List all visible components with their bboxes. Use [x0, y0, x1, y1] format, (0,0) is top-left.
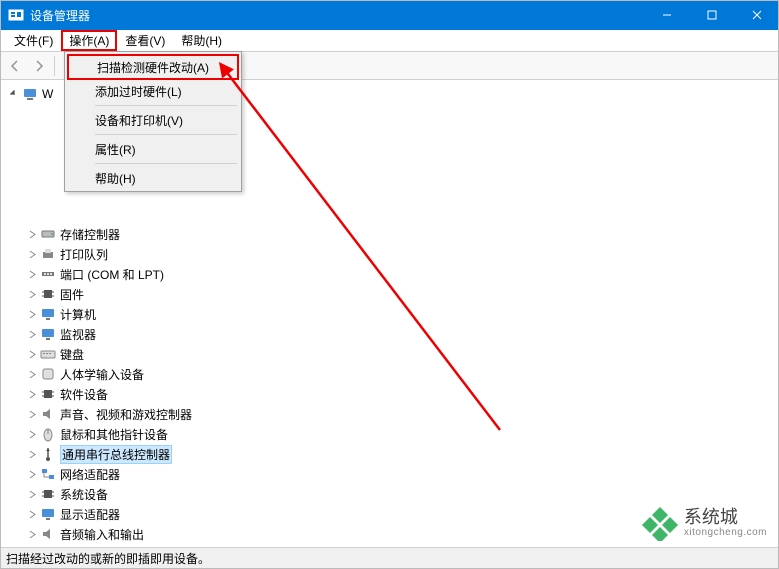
tree-item-label: 鼠标和其他指针设备: [60, 426, 168, 443]
expand-icon[interactable]: [26, 468, 38, 480]
title-bar: 设备管理器: [0, 0, 779, 30]
device-category-icon: [40, 266, 56, 282]
menu-devices-printers[interactable]: 设备和打印机(V): [67, 109, 239, 131]
tree-item[interactable]: 通用串行总线控制器: [24, 444, 779, 464]
menu-bar: 文件(F) 操作(A) 查看(V) 帮助(H): [0, 30, 779, 52]
window-buttons: [644, 0, 779, 30]
device-category-icon: [40, 226, 56, 242]
device-category-icon: [40, 506, 56, 522]
expand-icon[interactable]: [26, 408, 38, 420]
tree-item[interactable]: 固件: [24, 284, 779, 304]
window-title: 设备管理器: [30, 7, 644, 24]
watermark-title: 系统城: [684, 508, 767, 528]
tree-item[interactable]: 系统设备: [24, 484, 779, 504]
expand-icon[interactable]: [26, 228, 38, 240]
tree-item[interactable]: 网络适配器: [24, 464, 779, 484]
tree-item-label: 键盘: [60, 346, 84, 363]
maximize-button[interactable]: [689, 0, 734, 30]
tree-item-label: 打印队列: [60, 246, 108, 263]
expand-icon[interactable]: [26, 488, 38, 500]
tree-item[interactable]: 软件设备: [24, 384, 779, 404]
device-category-icon: [40, 446, 56, 462]
watermark: 系统城 xitongcheng.com: [642, 505, 767, 541]
expand-icon[interactable]: [26, 268, 38, 280]
menu-add-legacy[interactable]: 添加过时硬件(L): [67, 80, 239, 102]
expand-icon[interactable]: [8, 88, 20, 100]
computer-icon: [22, 86, 38, 102]
tree-item-label: 系统设备: [60, 486, 108, 503]
menu-action[interactable]: 操作(A): [61, 30, 117, 51]
menu-scan-hardware[interactable]: 扫描检测硬件改动(A): [67, 54, 239, 80]
device-category-icon: [40, 306, 56, 322]
expand-icon[interactable]: [26, 528, 38, 540]
menu-separator: [95, 134, 237, 135]
tree-item[interactable]: 计算机: [24, 304, 779, 324]
device-category-icon: [40, 426, 56, 442]
app-icon: [8, 7, 24, 23]
menu-help[interactable]: 帮助(H): [173, 30, 230, 51]
tree-item[interactable]: 人体学输入设备: [24, 364, 779, 384]
tree-item-label: 网络适配器: [60, 466, 120, 483]
tree-item-label: 计算机: [60, 306, 96, 323]
device-category-icon: [40, 466, 56, 482]
expand-icon[interactable]: [26, 428, 38, 440]
expand-icon[interactable]: [26, 388, 38, 400]
device-category-icon: [40, 246, 56, 262]
tree-item-label: 软件设备: [60, 386, 108, 403]
expand-icon[interactable]: [26, 348, 38, 360]
tree-item-label: 声音、视频和游戏控制器: [60, 406, 192, 423]
tree-root-label: W: [42, 87, 53, 101]
menu-separator: [95, 163, 237, 164]
tree-item-label: 音频输入和输出: [60, 526, 144, 543]
tree-item-label: 监视器: [60, 326, 96, 343]
tree-item[interactable]: 声音、视频和游戏控制器: [24, 404, 779, 424]
tree-item[interactable]: 端口 (COM 和 LPT): [24, 264, 779, 284]
expand-icon[interactable]: [26, 248, 38, 260]
watermark-logo-icon: [642, 505, 678, 541]
device-category-icon: [40, 326, 56, 342]
tree-item-label: 人体学输入设备: [60, 366, 144, 383]
expand-icon[interactable]: [26, 448, 38, 460]
device-category-icon: [40, 366, 56, 382]
tree-item[interactable]: 监视器: [24, 324, 779, 344]
device-category-icon: [40, 386, 56, 402]
expand-icon[interactable]: [26, 288, 38, 300]
device-category-icon: [40, 406, 56, 422]
menu-view[interactable]: 查看(V): [117, 30, 173, 51]
device-category-icon: [40, 346, 56, 362]
status-text: 扫描经过改动的或新的即插即用设备。: [6, 550, 210, 567]
expand-icon[interactable]: [26, 368, 38, 380]
toolbar-divider: [54, 56, 55, 76]
forward-button[interactable]: [28, 55, 50, 77]
device-category-icon: [40, 286, 56, 302]
menu-help[interactable]: 帮助(H): [67, 167, 239, 189]
watermark-url: xitongcheng.com: [684, 527, 767, 538]
tree-item-label: 显示适配器: [60, 506, 120, 523]
expand-icon[interactable]: [26, 328, 38, 340]
status-bar: 扫描经过改动的或新的即插即用设备。: [0, 547, 779, 569]
back-button[interactable]: [4, 55, 26, 77]
expand-icon[interactable]: [26, 308, 38, 320]
tree-item[interactable]: 照相机: [24, 544, 779, 545]
device-category-icon: [40, 526, 56, 542]
close-button[interactable]: [734, 0, 779, 30]
tree-item-label: 存储控制器: [60, 226, 120, 243]
tree-item[interactable]: 打印队列: [24, 244, 779, 264]
menu-properties[interactable]: 属性(R): [67, 138, 239, 160]
menu-separator: [95, 105, 237, 106]
action-menu-dropdown: 扫描检测硬件改动(A) 添加过时硬件(L) 设备和打印机(V) 属性(R) 帮助…: [64, 51, 242, 192]
expand-icon[interactable]: [26, 508, 38, 520]
tree-item[interactable]: 鼠标和其他指针设备: [24, 424, 779, 444]
tree-item-label: 固件: [60, 286, 84, 303]
tree-item[interactable]: 存储控制器: [24, 224, 779, 244]
tree-item-label: 端口 (COM 和 LPT): [60, 266, 164, 283]
minimize-button[interactable]: [644, 0, 689, 30]
tree-children: 存储控制器打印队列端口 (COM 和 LPT) 固件计算机监视器键盘人体学输入设备…: [6, 224, 779, 545]
device-category-icon: [40, 486, 56, 502]
tree-item[interactable]: 键盘: [24, 344, 779, 364]
tree-item-label: 通用串行总线控制器: [60, 445, 172, 464]
menu-file[interactable]: 文件(F): [6, 30, 61, 51]
